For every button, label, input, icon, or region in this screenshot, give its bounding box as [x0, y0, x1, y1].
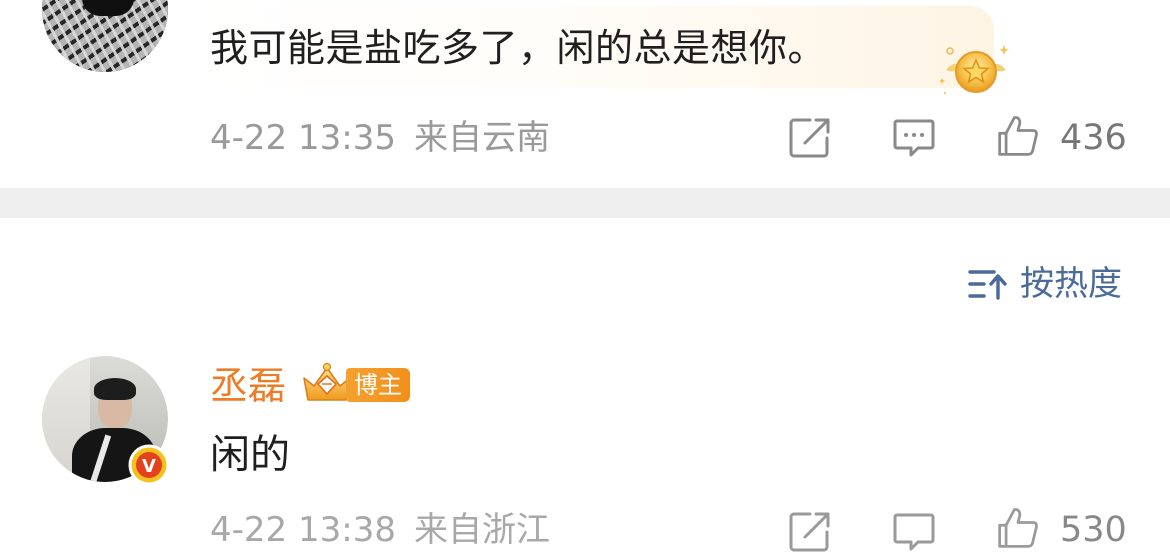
timestamp: 4-22 13:38 — [210, 510, 396, 550]
sort-by-hot-button[interactable]: 按热度 — [968, 262, 1122, 306]
thumbs-up-icon[interactable] — [996, 506, 1040, 550]
comment-meta-top: 4-22 13:35 来自云南 — [210, 116, 550, 160]
verified-badge-label: V — [142, 456, 156, 477]
comment-icon[interactable] — [892, 116, 936, 160]
username[interactable]: 丞磊 — [210, 362, 286, 410]
thumbs-up-icon[interactable] — [996, 114, 1040, 158]
location: 来自云南 — [413, 118, 550, 158]
comment-meta: 4-22 13:38 来自浙江 — [210, 508, 550, 552]
like-count: 530 — [1060, 510, 1127, 550]
comment-icon[interactable] — [892, 510, 936, 554]
like-count: 436 — [1060, 118, 1127, 158]
avatar-top[interactable] — [42, 0, 168, 72]
location: 来自浙江 — [413, 510, 550, 550]
comment-text-top: 我可能是盐吃多了，闲的总是想你。 — [210, 26, 827, 70]
comment-text: 闲的 — [210, 432, 290, 478]
blogger-tag: 博主 — [346, 368, 410, 402]
section-divider — [0, 188, 1170, 218]
timestamp: 4-22 13:35 — [210, 118, 396, 158]
share-icon[interactable] — [788, 116, 832, 160]
avatar-hair — [94, 378, 136, 400]
sort-lines-up-icon — [968, 270, 1007, 300]
verified-badge-icon: V — [128, 444, 170, 486]
sort-label: 按热度 — [1020, 264, 1122, 304]
gold-star-badge-icon — [940, 45, 1009, 95]
share-icon[interactable] — [788, 510, 832, 554]
